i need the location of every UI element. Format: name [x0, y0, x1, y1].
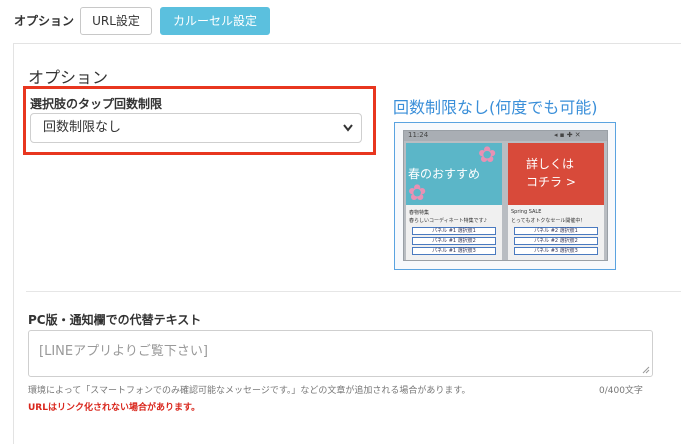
alt-text-placeholder: [LINEアプリよりご覧下さい]	[39, 344, 208, 359]
flower-icon: ✿	[478, 143, 497, 168]
alt-text-help: 環境によって「スマートフォンでのみ確認可能なメッセージです。」などの文章が追加さ…	[28, 386, 471, 396]
card-2-choice-3: パネル #3 選択肢3	[514, 247, 598, 255]
card-2-image-text-1: 詳しくは	[526, 157, 575, 171]
card-2-image-text-2: コチラ >	[526, 175, 576, 189]
alt-text-label: PC版・通知欄での代替テキスト	[28, 313, 202, 327]
card-1-caption: 春物特集	[409, 210, 430, 216]
options-toolbar: オプション URL設定 カルーセル設定	[0, 0, 681, 42]
status-icons: ◂ ▪ ✚ ✕	[554, 131, 581, 139]
card-1-choice-3: パネル #1 選択肢3	[412, 247, 496, 255]
phone-preview: 11:24 ◂ ▪ ✚ ✕ ✿ 春のおすすめ ✿ 春物特集 春らしいコーディネー…	[403, 130, 608, 261]
chevron-down-icon	[343, 124, 353, 132]
card-1-image-text: 春のおすすめ	[408, 167, 481, 181]
url-settings-button[interactable]: URL設定	[80, 7, 152, 35]
alt-text-input[interactable]: [LINEアプリよりご覧下さい]	[28, 330, 653, 377]
flower-icon: ✿	[408, 181, 427, 206]
card-2-choice-2: パネル #2 選択肢2	[514, 237, 598, 245]
section-title: オプション	[28, 68, 109, 87]
carousel-card-1: ✿ 春のおすすめ ✿ 春物特集 春らしいコーディネート特集です♪ パネル #1 …	[406, 143, 502, 260]
phone-status-bar: 11:24 ◂ ▪ ✚ ✕	[404, 131, 607, 141]
card-1-choice-2: パネル #1 選択肢2	[412, 237, 496, 245]
card-1-choice-1: パネル #1 選択肢1	[412, 227, 496, 235]
tap-limit-label: 選択肢のタップ回数制限	[30, 97, 163, 111]
tap-limit-value: 回数制限なし	[43, 120, 122, 135]
preview-title: 回数制限なし(何度でも可能)	[393, 98, 598, 117]
tap-limit-select[interactable]: 回数制限なし	[30, 113, 362, 143]
carousel-card-2: 詳しくは コチラ > Spring SALE とってもオトクなセール開催中！ パ…	[508, 143, 604, 260]
carousel-settings-button[interactable]: カルーセル設定	[160, 7, 270, 35]
char-counter: 0/400文字	[599, 386, 643, 396]
card-2-caption: Spring SALE	[511, 209, 542, 215]
status-time: 11:24	[408, 131, 429, 139]
card-1-image: ✿ 春のおすすめ ✿	[406, 143, 502, 205]
card-1-description: 春らしいコーディネート特集です♪	[409, 218, 487, 224]
section-divider	[26, 291, 681, 292]
resize-handle-icon[interactable]	[642, 366, 650, 374]
toolbar-label: オプション	[14, 14, 75, 28]
card-2-image: 詳しくは コチラ >	[508, 143, 604, 205]
card-2-choice-1: パネル #2 選択肢1	[514, 227, 598, 235]
card-2-description: とってもオトクなセール開催中！	[511, 218, 586, 224]
url-warning: URLはリンク化されない場合があります。	[28, 403, 201, 413]
